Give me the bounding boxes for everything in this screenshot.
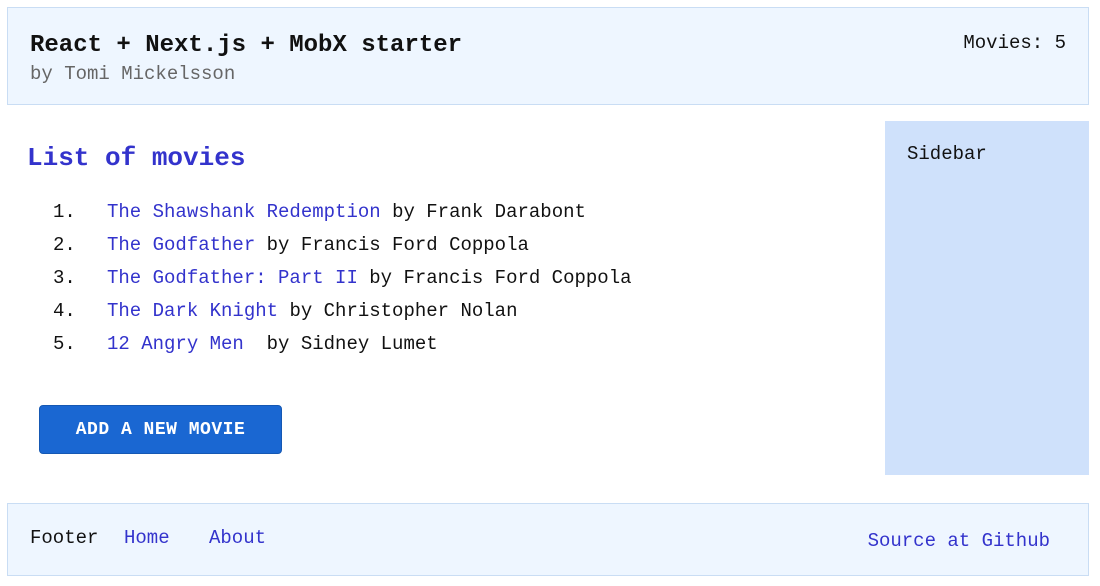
movie-link-12-angry-men[interactable]: 12 Angry Men [107,333,244,355]
app-title: React + Next.js + MobX starter [30,32,463,59]
footer-about-link[interactable]: About [209,527,266,549]
footer-source-link[interactable]: Source at Github [868,530,1050,552]
app-footer: Footer Home About Source at Github [7,503,1089,576]
list-item-number: 2. [53,234,76,256]
list-item-number: 4. [53,300,76,322]
footer-label: Footer [30,527,99,549]
movie-director: by Frank Darabont [392,201,586,223]
movie-count: Movies: 5 [963,32,1066,54]
list-item-number: 3. [53,267,76,289]
list-item-number: 1. [53,201,76,223]
movie-director: by Francis Ford Coppola [369,267,632,289]
footer-home-link[interactable]: Home [124,527,170,549]
movie-link-shawshank-redemption[interactable]: The Shawshank Redemption [107,201,381,223]
main-content: List of movies 1. The Shawshank Redempti… [7,121,883,475]
sidebar-title: Sidebar [907,143,987,165]
add-movie-button[interactable]: ADD A NEW MOVIE [39,405,282,454]
movie-link-godfather[interactable]: The Godfather [107,234,255,256]
movie-director: by Francis Ford Coppola [266,234,529,256]
movie-link-godfather-part-ii[interactable]: The Godfather: Part II [107,267,358,289]
movie-link-dark-knight[interactable]: The Dark Knight [107,300,278,322]
app-header: React + Next.js + MobX starter by Tomi M… [7,7,1089,105]
app-subtitle: by Tomi Mickelsson [30,63,236,85]
movie-director: by Christopher Nolan [289,300,518,322]
movie-director: by Sidney Lumet [255,333,438,355]
list-heading: List of movies [27,143,246,173]
list-item-number: 5. [53,333,76,355]
sidebar: Sidebar [885,121,1089,475]
page: React + Next.js + MobX starter by Tomi M… [0,0,1100,586]
